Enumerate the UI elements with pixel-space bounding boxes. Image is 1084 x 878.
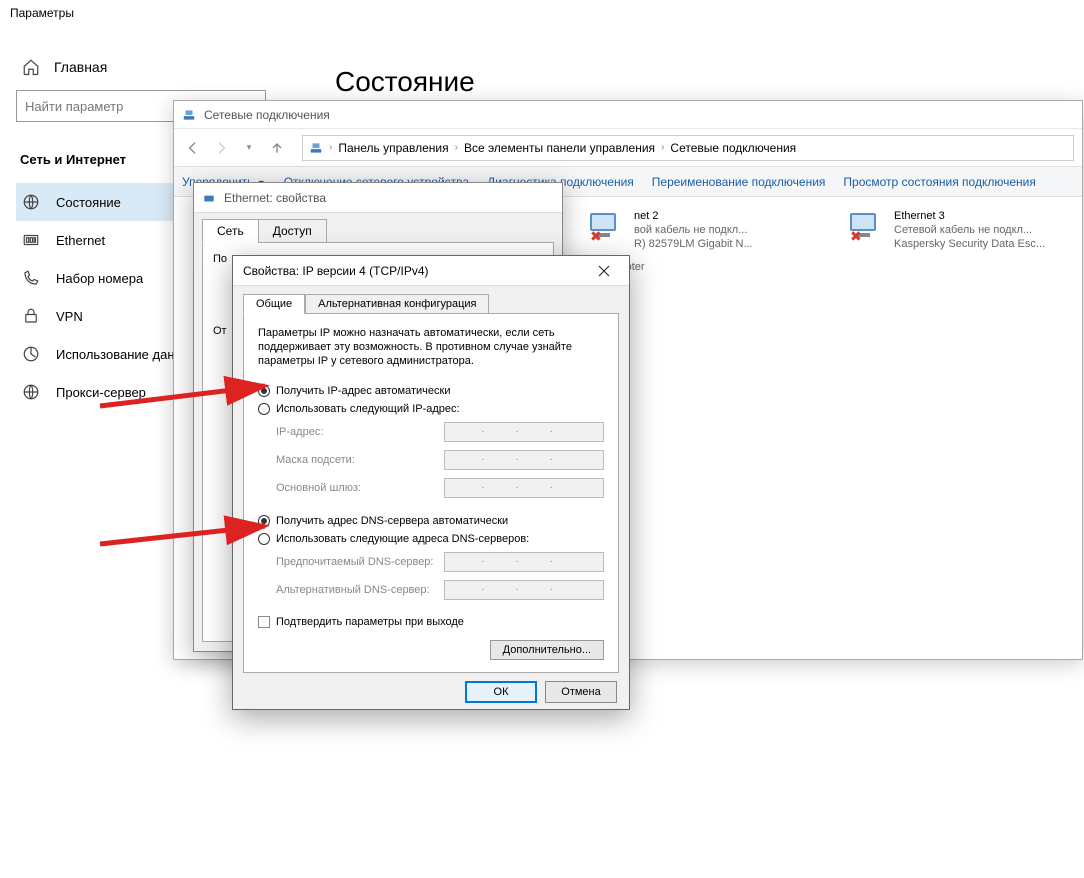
subnet-mask-input[interactable]: . . . (444, 450, 604, 470)
ethernet-icon (202, 191, 216, 205)
tab-network[interactable]: Сеть (202, 219, 259, 243)
ok-button[interactable]: ОК (465, 681, 537, 703)
datausage-icon (22, 345, 40, 363)
toolbar-rename[interactable]: Переименование подключения (652, 175, 826, 189)
radio-label: Получить адрес DNS-сервера автоматически (276, 515, 508, 527)
conn-status: Сетевой кабель не подкл... (894, 223, 1045, 237)
field-label: Предпочитаемый DNS-сервер: (276, 556, 433, 568)
network-adapter-icon: ✖ (846, 209, 886, 243)
field-label: Альтернативный DNS-сервер: (276, 584, 430, 596)
nav-label: Ethernet (56, 233, 105, 248)
status-icon (22, 193, 40, 211)
validate-checkbox-row[interactable]: Подтвердить параметры при выходе (258, 604, 604, 628)
breadcrumb-item[interactable]: Сетевые подключения (670, 141, 796, 155)
network-adapter-icon: ✖ (586, 209, 626, 243)
ip-address-input[interactable]: . . . (444, 422, 604, 442)
up-button[interactable] (266, 137, 288, 159)
breadcrumb[interactable]: › Панель управления › Все элементы панел… (302, 135, 1074, 161)
nav-label: VPN (56, 309, 83, 324)
field-label: IP-адрес: (276, 426, 323, 438)
search-placeholder: Найти параметр (25, 99, 123, 114)
cancel-button[interactable]: Отмена (545, 681, 617, 703)
breadcrumb-item[interactable]: Панель управления (338, 141, 448, 155)
ethernet-icon (22, 231, 40, 249)
explorer-titlebar[interactable]: Сетевые подключения (174, 101, 1082, 129)
vpn-icon (22, 307, 40, 325)
explorer-addressbar: ▾ › Панель управления › Все элементы пан… (174, 129, 1082, 167)
chevron-right-icon: › (661, 142, 664, 153)
ipv4-properties-dialog: Свойства: IP версии 4 (TCP/IPv4) Общие А… (232, 255, 630, 710)
radio-dns-auto[interactable]: Получить адрес DNS-сервера автоматически (258, 512, 604, 530)
connection-item[interactable]: ✖ Ethernet 3 Сетевой кабель не подкл... … (846, 209, 1066, 251)
advanced-button[interactable]: Дополнительно... (490, 640, 604, 660)
field-ip-address: IP-адрес: . . . (258, 418, 604, 446)
ipv4-description: Параметры IP можно назначать автоматичес… (258, 326, 604, 368)
field-label: Маска подсети: (276, 454, 355, 466)
field-dns-primary: Предпочитаемый DNS-сервер: . . . (258, 548, 604, 576)
ipv4-tabs: Общие Альтернативная конфигурация (233, 286, 629, 314)
field-subnet-mask: Маска подсети: . . . (258, 446, 604, 474)
radio-icon (258, 403, 270, 415)
radio-icon (258, 515, 270, 527)
nav-label: Состояние (56, 195, 121, 210)
gateway-input[interactable]: . . . (444, 478, 604, 498)
tab-access[interactable]: Доступ (258, 219, 327, 243)
conn-name: Ethernet 3 (894, 209, 1045, 223)
home-label: Главная (54, 59, 107, 75)
svg-text:✖: ✖ (850, 228, 862, 243)
conn-status: вой кабель не подкл... (634, 223, 753, 237)
ipv4-titlebar[interactable]: Свойства: IP версии 4 (TCP/IPv4) (233, 256, 629, 286)
network-icon (309, 141, 323, 155)
home-icon (22, 58, 40, 76)
checkbox-icon (258, 616, 270, 628)
network-icon (182, 108, 196, 122)
radio-ip-auto[interactable]: Получить IP-адрес автоматически (258, 382, 604, 400)
chevron-right-icon: › (455, 142, 458, 153)
svg-text:✖: ✖ (590, 228, 602, 243)
dns-primary-input[interactable]: . . . (444, 552, 604, 572)
toolbar-viewstatus[interactable]: Просмотр состояния подключения (843, 175, 1035, 189)
radio-label: Получить IP-адрес автоматически (276, 385, 450, 397)
connection-item[interactable]: ✖ nеt 2 вой кабель не подкл... R) 82579L… (586, 209, 806, 251)
radio-icon (258, 533, 270, 545)
dns-alt-input[interactable]: . . . (444, 580, 604, 600)
settings-titlebar: Параметры (0, 0, 1084, 30)
checkbox-label: Подтвердить параметры при выходе (276, 616, 464, 628)
radio-ip-manual[interactable]: Использовать следующий IP-адрес: (258, 400, 604, 418)
dialog-buttons: ОК Отмена (233, 681, 629, 703)
settings-title: Параметры (10, 6, 74, 20)
tab-alternate[interactable]: Альтернативная конфигурация (305, 294, 489, 314)
page-heading: Состояние (335, 66, 1054, 98)
home-link[interactable]: Главная (16, 50, 305, 90)
field-label: Основной шлюз: (276, 482, 361, 494)
ipv4-panel: Параметры IP можно назначать автоматичес… (243, 313, 619, 673)
radio-dns-manual[interactable]: Использовать следующие адреса DNS-сервер… (258, 530, 604, 548)
back-button[interactable] (182, 137, 204, 159)
radio-label: Использовать следующий IP-адрес: (276, 403, 460, 415)
radio-icon (258, 385, 270, 397)
explorer-title: Сетевые подключения (204, 108, 330, 122)
proxy-icon (22, 383, 40, 401)
field-gateway: Основной шлюз: . . . (258, 474, 604, 502)
conn-adapter: Kaspersky Security Data Esc... (894, 237, 1045, 251)
radio-label: Использовать следующие адреса DNS-сервер… (276, 533, 529, 545)
tab-general[interactable]: Общие (243, 294, 305, 314)
conn-adapter: R) 82579LM Gigabit N... (634, 237, 753, 251)
close-button[interactable] (583, 257, 625, 285)
nav-label: Прокси-сервер (56, 385, 146, 400)
nav-label: Набор номера (56, 271, 143, 286)
props-titlebar[interactable]: Ethernet: свойства (194, 183, 562, 213)
props-title: Ethernet: свойства (224, 191, 326, 205)
breadcrumb-item[interactable]: Все элементы панели управления (464, 141, 655, 155)
ipv4-title: Свойства: IP версии 4 (TCP/IPv4) (243, 264, 429, 278)
forward-button[interactable] (210, 137, 232, 159)
field-dns-alt: Альтернативный DNS-сервер: . . . (258, 576, 604, 604)
dropdown-history[interactable]: ▾ (238, 137, 260, 159)
chevron-right-icon: › (329, 142, 332, 153)
dialup-icon (22, 269, 40, 287)
props-tabs: Сеть Доступ (194, 213, 562, 243)
conn-name: nеt 2 (634, 209, 753, 223)
